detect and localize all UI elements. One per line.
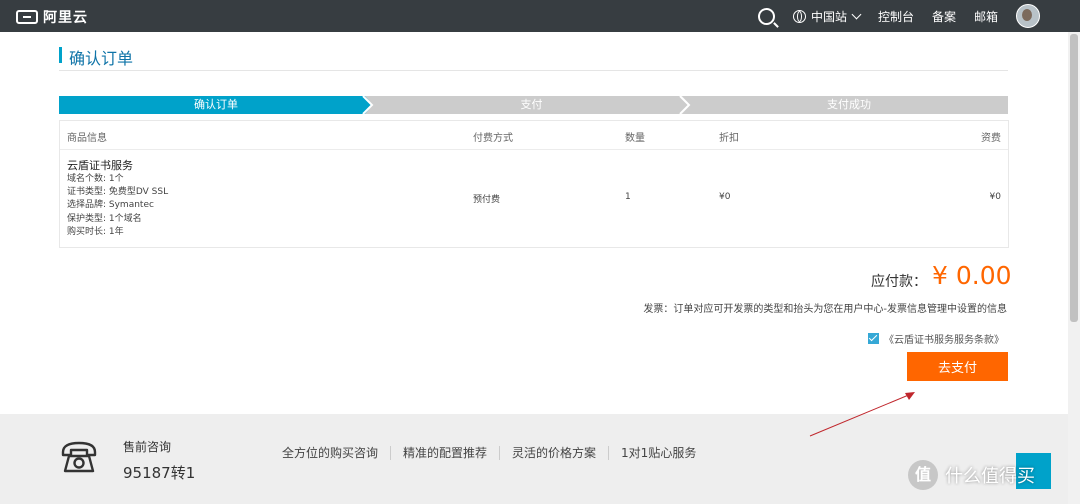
step-pay-success: 支付成功 bbox=[827, 98, 871, 111]
region-label: 中国站 bbox=[810, 9, 847, 24]
spec-duration: 购买时长: 1年 bbox=[67, 227, 124, 237]
aliyun-logo[interactable]: 阿里云 bbox=[16, 7, 88, 27]
spec-cert-type: 证书类型: 免费型DV SSL bbox=[67, 187, 169, 197]
top-navbar: 阿里云 中国站 控制台 备案 邮箱 bbox=[0, 0, 1080, 32]
phone-icon bbox=[61, 441, 97, 473]
cell-discount: ¥0 bbox=[719, 192, 731, 202]
nav-link-mail[interactable]: 邮箱 bbox=[974, 8, 998, 25]
consult-label: 售前咨询 bbox=[123, 440, 172, 454]
watermark-logo: 值 bbox=[908, 460, 938, 490]
page-title: 确认订单 bbox=[69, 49, 134, 68]
col-product-info: 商品信息 bbox=[67, 133, 107, 144]
agreement-link[interactable]: 《云盾证书服务服务条款》 bbox=[884, 331, 1004, 346]
agreement-row[interactable]: 《云盾证书服务服务条款》 bbox=[868, 331, 1004, 346]
region-selector[interactable]: 中国站 bbox=[792, 8, 862, 25]
step-confirm-order: 确认订单 bbox=[194, 98, 238, 111]
table-header: 商品信息 付费方式 数量 折扣 资费 bbox=[60, 121, 1008, 150]
checkbox-checked-icon[interactable] bbox=[868, 333, 879, 344]
spec-brand: 选择品牌: Symantec bbox=[67, 200, 154, 210]
search-icon[interactable] bbox=[757, 7, 775, 25]
feature-consult: 全方位的购买咨询 bbox=[270, 446, 392, 460]
col-payment-method: 付费方式 bbox=[473, 133, 513, 144]
cell-payment-method: 预付费 bbox=[473, 195, 501, 205]
col-discount: 折扣 bbox=[719, 133, 739, 144]
consult-phone: 95187转1 bbox=[123, 464, 196, 482]
page-title-area: 确认订单 bbox=[59, 44, 1008, 71]
feature-service: 1对1贴心服务 bbox=[621, 446, 697, 460]
nav-link-console[interactable]: 控制台 bbox=[878, 8, 914, 25]
scrollbar-thumb[interactable] bbox=[1070, 34, 1078, 322]
nav-link-beian[interactable]: 备案 bbox=[932, 8, 956, 25]
step-pay: 支付 bbox=[520, 98, 543, 111]
spec-protect-type: 保护类型: 1个域名 bbox=[67, 214, 142, 224]
feature-config: 精准的配置推荐 bbox=[391, 446, 501, 460]
order-table: 商品信息 付费方式 数量 折扣 资费 云盾证书服务 域名个数: 1个 证书类型:… bbox=[59, 120, 1009, 248]
invoice-note: 发票：订单对应可开发票的类型和抬头为您在用户中心-发票信息管理中设置的信息 bbox=[643, 304, 1007, 315]
globe-icon bbox=[792, 9, 806, 23]
watermark: 值 什么值得买 bbox=[908, 460, 1035, 490]
logo-mark-icon bbox=[16, 10, 38, 24]
spec-domain-count: 域名个数: 1个 bbox=[67, 174, 124, 184]
cell-fee: ¥0 bbox=[989, 192, 1001, 202]
amount-due-label: 应付款： bbox=[871, 274, 927, 290]
logo-text: 阿里云 bbox=[43, 10, 88, 26]
chevron-down-icon bbox=[851, 9, 862, 19]
order-steps: 确认订单 支付 支付成功 bbox=[59, 96, 1008, 114]
col-fee: 资费 bbox=[981, 133, 1001, 144]
title-accent-bar bbox=[59, 47, 62, 63]
col-quantity: 数量 bbox=[625, 133, 645, 144]
nav-right: 中国站 控制台 备案 邮箱 bbox=[757, 0, 1080, 32]
service-features: 全方位的购买咨询 精准的配置推荐 灵活的价格方案 1对1贴心服务 bbox=[270, 446, 708, 460]
amount-due-value: ¥ 0.00 bbox=[932, 261, 1012, 290]
page-scrollbar[interactable] bbox=[1068, 32, 1080, 504]
user-avatar[interactable] bbox=[1016, 4, 1040, 28]
annotation-arrow bbox=[809, 392, 915, 437]
watermark-text: 什么值得买 bbox=[945, 466, 1035, 487]
feature-price: 灵活的价格方案 bbox=[500, 446, 610, 460]
go-pay-button[interactable]: 去支付 bbox=[907, 352, 1008, 381]
cell-quantity: 1 bbox=[625, 192, 631, 202]
